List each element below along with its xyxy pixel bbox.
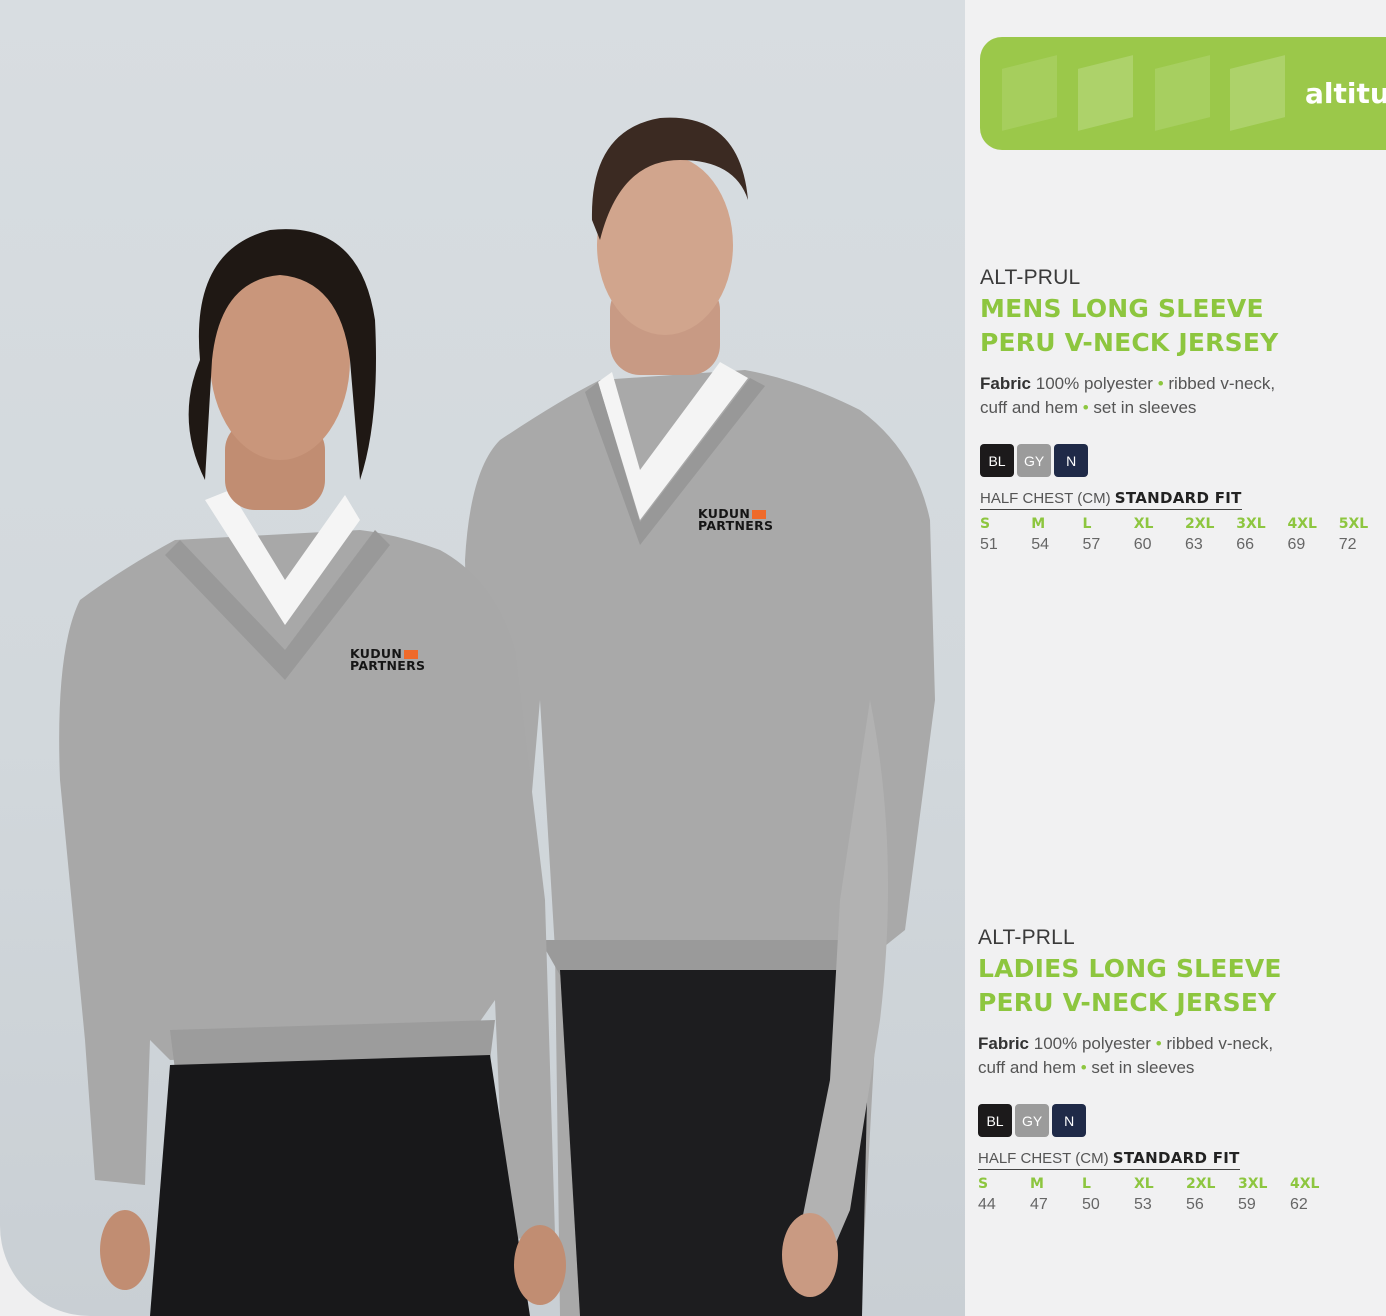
size-chart-heading: HALF CHEST (CM) STANDARD FIT [978,1149,1240,1170]
size-values-row: 51 54 57 60 63 66 69 72 [980,532,1386,554]
size-values-row: 44 47 50 53 56 59 62 [978,1192,1386,1214]
fabric-text: 100% polyester [1033,1034,1151,1053]
size-label: S [978,1176,989,1192]
product-title-line2: PERU V-NECK JERSEY [980,328,1279,357]
size-value: 56 [1186,1196,1204,1213]
product-title: MENS LONG SLEEVE PERU V-NECK JERSEY [980,292,1386,360]
size-label: 3XL [1238,1176,1268,1192]
chest-logo-male: KUDUN PARTNERS [698,507,774,533]
product-block-mens: ALT-PRUL MENS LONG SLEEVE PERU V-NECK JE… [980,266,1386,554]
size-value: 72 [1338,536,1357,553]
color-swatch-grey[interactable]: GY [1015,1104,1050,1137]
fabric-label: Fabric [978,1034,1030,1053]
bullet-dot: • [1157,374,1164,393]
color-swatches: BL GY N [978,1104,1386,1137]
size-label: 4XL [1290,1176,1320,1192]
color-swatch-navy[interactable]: N [1054,444,1089,477]
brand-name: altitu [1305,77,1386,110]
size-value: 63 [1185,536,1203,553]
feature-text: set in sleeves [1091,1058,1195,1077]
female-model [59,229,566,1316]
size-label: 4XL [1287,516,1317,532]
size-labels-row: S M L XL 2XL 3XL 4XL 5XL [980,516,1386,532]
product-block-ladies: ALT-PRLL LADIES LONG SLEEVE PERU V-NECK … [978,926,1386,1214]
size-value: 69 [1287,536,1306,553]
product-description: Fabric 100% polyester • ribbed v-neck, c… [978,1032,1386,1080]
size-label: XL [1134,1176,1154,1192]
size-label: L [1082,1176,1091,1192]
size-value: 47 [1030,1196,1048,1213]
size-label: 3XL [1236,516,1266,532]
bullet-dot: • [1082,398,1089,417]
size-heading-plain: HALF CHEST (CM) [978,1150,1109,1167]
size-value: 60 [1133,536,1152,553]
size-label: S [980,516,991,532]
size-value: 62 [1290,1196,1308,1213]
size-label: 5XL [1338,516,1369,532]
product-title-line2: PERU V-NECK JERSEY [978,988,1277,1017]
banner-shape [1230,55,1285,131]
product-code: ALT-PRUL [980,266,1081,289]
feature-text: cuff and hem [980,398,1078,417]
size-value: 57 [1082,536,1101,553]
size-heading-plain: HALF CHEST (CM) [980,490,1111,507]
size-value: 44 [978,1196,996,1213]
size-label: 2XL [1186,1176,1216,1192]
color-swatch-black[interactable]: BL [980,444,1014,477]
size-label: M [1030,1176,1044,1192]
product-code: ALT-PRLL [978,926,1075,949]
banner-shape [1002,55,1057,131]
size-chart-heading: HALF CHEST (CM) STANDARD FIT [980,489,1242,510]
logo-text-line2: PARTNERS [350,658,426,673]
color-swatch-grey[interactable]: GY [1017,444,1052,477]
models-illustration [59,117,935,1316]
size-label: 2XL [1185,516,1215,532]
bullet-dot: • [1155,1034,1162,1053]
feature-text: ribbed v-neck, [1166,1034,1274,1053]
size-value: 54 [1031,536,1050,553]
brand-banner: altitu [980,37,1386,150]
size-value: 59 [1238,1196,1256,1213]
product-title-line1: MENS LONG SLEEVE [980,294,1264,323]
fabric-label: Fabric [980,374,1032,393]
feature-text: ribbed v-neck, [1168,374,1276,393]
color-swatch-black[interactable]: BL [978,1104,1012,1137]
size-value: 66 [1236,536,1255,553]
product-title-line1: LADIES LONG SLEEVE [978,954,1282,983]
product-title: LADIES LONG SLEEVE PERU V-NECK JERSEY [978,952,1386,1020]
feature-text: cuff and hem [978,1058,1076,1077]
color-swatches: BL GY N [980,444,1386,477]
feature-text: set in sleeves [1093,398,1197,417]
size-value: 51 [980,536,998,553]
size-label: M [1031,516,1046,532]
banner-shape [1155,55,1210,131]
logo-text-line2: PARTNERS [698,518,774,533]
size-heading-bold: STANDARD FIT [1114,489,1242,507]
size-label: XL [1133,516,1154,532]
banner-shape [1078,55,1133,131]
size-labels-row: S M L XL 2XL 3XL 4XL [978,1176,1386,1192]
chest-logo-female: KUDUN PARTNERS [350,647,426,673]
color-swatch-navy[interactable]: N [1052,1104,1087,1137]
product-photo: KUDUN PARTNERS KUDUN PARTNERS [0,0,965,1316]
catalog-page: KUDUN PARTNERS KUDUN PARTNERS altitu ALT… [0,0,1386,1316]
product-description: Fabric 100% polyester • ribbed v-neck, c… [980,372,1386,420]
size-label: L [1082,516,1092,532]
bullet-dot: • [1080,1058,1087,1077]
size-value: 53 [1134,1196,1152,1213]
fabric-text: 100% polyester [1035,374,1153,393]
size-value: 50 [1082,1196,1100,1213]
size-heading-bold: STANDARD FIT [1112,1149,1240,1167]
